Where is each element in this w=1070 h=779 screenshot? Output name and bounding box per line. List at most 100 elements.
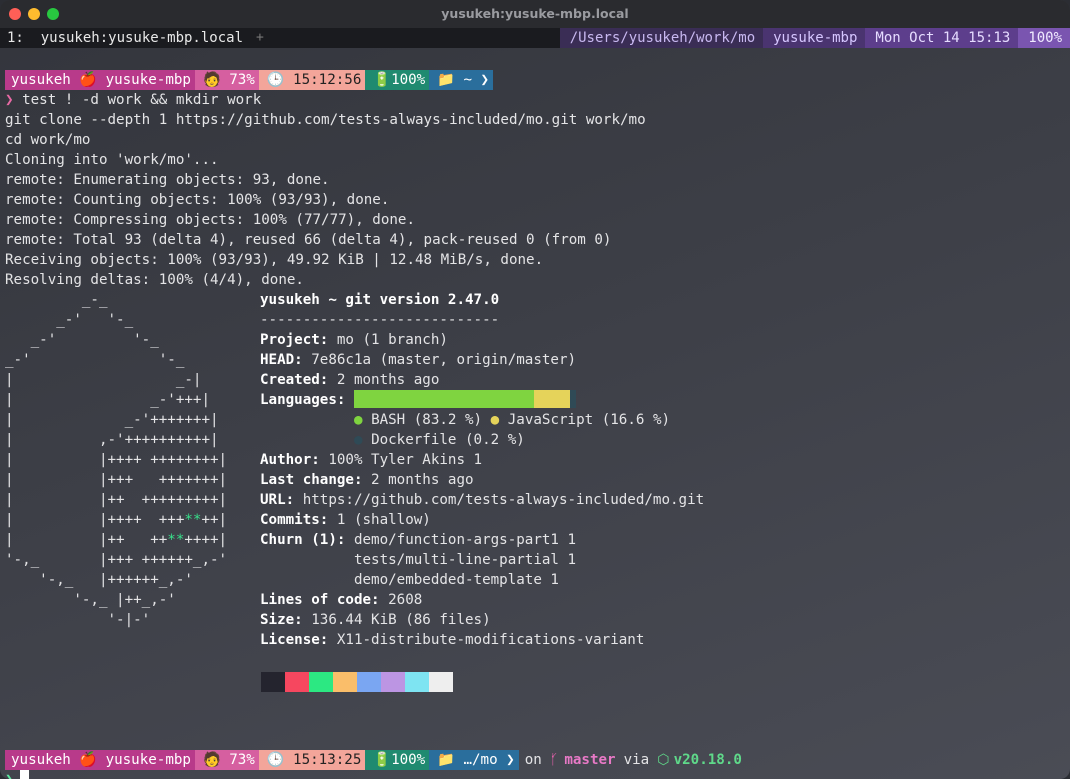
info-size: Size: 136.44 KiB (86 files) xyxy=(260,612,491,628)
tmux-datetime: Mon Oct 14 15:13 xyxy=(865,28,1019,48)
output-line: Cloning into 'work/mo'... xyxy=(5,152,219,168)
person-icon: 🧑 xyxy=(202,752,221,768)
repo-url-link[interactable]: https://github.com/tests-always-included… xyxy=(303,492,704,508)
ascii-line: _-' '-_ xyxy=(5,312,134,328)
ascii-star: ** xyxy=(167,532,185,548)
info-license: License: X11-distribute-modifications-va… xyxy=(260,632,645,648)
output-line: remote: Enumerating objects: 93, done. xyxy=(5,172,330,188)
info-head: HEAD: 7e86c1a (master, origin/master) xyxy=(260,352,577,368)
ascii-line: _-_ xyxy=(5,292,108,308)
ascii-line: _-' '-_ xyxy=(5,352,185,368)
info-churn: tests/multi-line-partial 1 xyxy=(353,552,577,568)
input-line[interactable]: ❯ xyxy=(5,769,742,779)
color-palette xyxy=(261,672,453,692)
info-churn: Churn (1): demo/function-args-part1 1 xyxy=(260,532,577,548)
apple-icon: 🍎 xyxy=(79,72,98,88)
terminal-content[interactable]: yusukeh 🍎 yusuke-mbp 🧑 73% 🕒 15:12:56 🔋1… xyxy=(5,70,742,779)
prompt-dir: …/mo xyxy=(463,752,498,768)
info-churn: demo/embedded-template 1 xyxy=(353,572,559,588)
new-tab-button[interactable]: + xyxy=(256,28,264,48)
prompt-time: 15:13:25 xyxy=(293,752,362,768)
prompt-cpu-segment: 🧑 73% xyxy=(194,750,259,770)
output-line: Resolving deltas: 100% (4/4), done. xyxy=(5,272,304,288)
git-branch-icon: ᚶ xyxy=(549,752,559,768)
title-bar: yusukeh:yusuke-mbp.local xyxy=(0,0,1070,28)
info-loc: Lines of code: 2608 xyxy=(260,592,423,608)
bash-dot-icon: ● xyxy=(353,412,363,428)
prompt-arrow-icon: ❯ xyxy=(5,772,14,779)
ascii-line: | |+++ +++++++| xyxy=(5,472,228,488)
info-last-change: Last change: 2 months ago xyxy=(260,472,474,488)
prompt-dir: ~ xyxy=(463,72,472,88)
prompt-battery-segment: 🔋100% xyxy=(365,70,430,90)
info-divider: ---------------------------- xyxy=(260,312,500,328)
ascii-line: '-|-' xyxy=(5,612,151,628)
tmux-window-tab[interactable]: 1: yusukeh:yusuke-mbp.local xyxy=(0,28,248,48)
terminal-window: yusukeh:yusuke-mbp.local 1: yusukeh:yusu… xyxy=(0,0,1070,779)
git-ascii-logo: _-_ _-' '-_ _-' '-_ _-' '-_ | _-| | _-'+… xyxy=(5,290,227,630)
tmux-status-bar: 1: yusukeh:yusuke-mbp.local + /Users/yus… xyxy=(0,28,1070,48)
ascii-line: | _-'+++++++| xyxy=(5,412,219,428)
clock-icon: 🕒 xyxy=(266,72,285,88)
palette-swatch xyxy=(429,672,453,692)
ascii-line: _-' '-_ xyxy=(5,332,159,348)
tmux-percent: 100% xyxy=(1018,28,1070,48)
language-bar xyxy=(353,390,576,408)
prompt-cpu: 73% xyxy=(229,752,255,768)
ascii-line: | |++++ +++**++| xyxy=(5,512,228,528)
prompt-via-text: via xyxy=(623,752,650,768)
output-line: Receiving objects: 100% (93/93), 49.92 K… xyxy=(5,252,544,268)
folder-icon: 📁 xyxy=(437,72,455,88)
prompt-time: 15:12:56 xyxy=(293,72,362,88)
prompt-dir-segment: 📁 ~ ❯ xyxy=(429,70,494,90)
onefetch-block: _-_ _-' '-_ _-' '-_ _-' '-_ | _-| | _-'+… xyxy=(5,290,742,670)
prompt-dir-segment: 📁 …/mo ❯ xyxy=(429,750,519,770)
ascii-line: | |++ +++++++++| xyxy=(5,492,228,508)
tmux-window-name: yusukeh:yusuke-mbp.local xyxy=(40,30,244,46)
info-header: yusukeh ~ git version 2.47.0 xyxy=(260,292,500,308)
prompt-line: yusukeh 🍎 yusuke-mbp 🧑 73% 🕒 15:12:56 🔋1… xyxy=(5,70,742,90)
text-cursor xyxy=(19,769,29,779)
palette-swatch xyxy=(333,672,357,692)
palette-swatch xyxy=(285,672,309,692)
palette-swatch xyxy=(405,672,429,692)
output-line: remote: Total 93 (delta 4), reused 66 (d… xyxy=(5,232,612,248)
prompt-battery-segment: 🔋100% xyxy=(365,750,430,770)
info-languages: Languages: xyxy=(260,390,704,410)
prompt-host: yusuke-mbp xyxy=(105,752,191,768)
prompt-user: yusukeh xyxy=(11,72,71,88)
tmux-status-right: /Users/yusukeh/work/mo yusuke-mbp Mon Oc… xyxy=(559,28,1070,48)
info-language-list: ● Dockerfile (0.2 %) xyxy=(353,432,525,448)
tmux-path: /Users/yusukeh/work/mo xyxy=(559,28,764,48)
info-project: Project: mo (1 branch) xyxy=(260,332,448,348)
ascii-line: | |++++ ++++++++| xyxy=(5,452,228,468)
prompt-battery: 100% xyxy=(391,72,426,88)
ascii-line: '-,_ |++_,-' xyxy=(5,592,176,608)
javascript-dot-icon: ● xyxy=(490,412,500,428)
palette-swatch xyxy=(357,672,381,692)
palette-swatch xyxy=(309,672,333,692)
ascii-line: '-,_ |+++ ++++++_,-' xyxy=(5,552,228,568)
apple-icon: 🍎 xyxy=(79,752,98,768)
ascii-line: '-,_ |++++++_,-' xyxy=(5,572,193,588)
tmux-window-index: 1: xyxy=(7,30,24,46)
repo-info: yusukeh ~ git version 2.47.0 -----------… xyxy=(260,290,704,650)
chevron-right-icon: ❯ xyxy=(506,752,515,768)
command-text: test ! -d work && mkdir work xyxy=(22,92,262,108)
prompt-user-segment: yusukeh 🍎 yusuke-mbp xyxy=(5,750,195,770)
prompt-user-segment: yusukeh 🍎 yusuke-mbp xyxy=(5,70,195,90)
battery-icon: 🔋 xyxy=(373,752,392,768)
person-icon: 🧑 xyxy=(202,72,221,88)
prompt-cpu: 73% xyxy=(229,72,255,88)
info-author: Author: 100% Tyler Akins 1 xyxy=(260,452,483,468)
info-language-list: ● BASH (83.2 %) ● JavaScript (16.6 %) xyxy=(353,412,671,428)
language-bar-js xyxy=(533,390,570,408)
output-line: remote: Compressing objects: 100% (77/77… xyxy=(5,212,415,228)
palette-swatch xyxy=(381,672,405,692)
info-commits: Commits: 1 (shallow) xyxy=(260,512,431,528)
prompt-cpu-segment: 🧑 73% xyxy=(194,70,259,90)
folder-icon: 📁 xyxy=(437,752,455,768)
window-title: yusukeh:yusuke-mbp.local xyxy=(441,6,629,21)
info-created: Created: 2 months ago xyxy=(260,372,440,388)
language-bar-dockerfile xyxy=(569,390,576,408)
